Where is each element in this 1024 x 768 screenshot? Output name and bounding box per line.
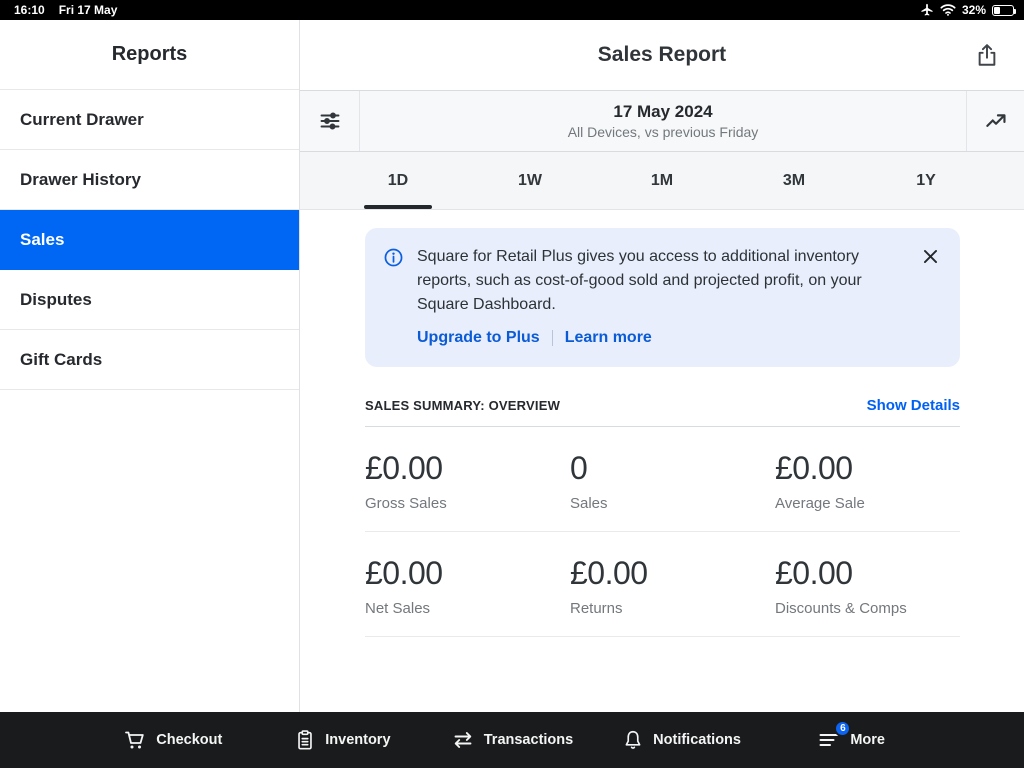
tab-1w[interactable]: 1W [464, 152, 596, 209]
wifi-icon [940, 4, 956, 16]
clock: 16:10 [14, 3, 45, 17]
stat-label: Gross Sales [365, 495, 570, 512]
battery-icon [992, 5, 1014, 16]
app-screen: 16:10 Fri 17 May 32% Reports Current Dra… [0, 0, 1024, 768]
retail-plus-banner: Square for Retail Plus gives you access … [365, 228, 960, 367]
tab-1m[interactable]: 1M [596, 152, 728, 209]
transfer-arrows-icon [451, 728, 475, 752]
stat-label: Sales [570, 495, 775, 512]
chart-toggle-button[interactable] [966, 91, 1024, 151]
stat-value: 0 [570, 450, 775, 487]
sidebar-item-sales[interactable]: Sales [0, 210, 299, 270]
selected-date: 17 May 2024 [613, 102, 712, 122]
nav-more[interactable]: 6 More [766, 728, 936, 752]
stat-label: Average Sale [775, 495, 960, 512]
bell-icon [622, 729, 644, 751]
more-lines-icon: 6 [817, 728, 841, 752]
show-details-link[interactable]: Show Details [867, 397, 960, 414]
trend-up-icon [983, 108, 1009, 134]
stat-value: £0.00 [775, 555, 960, 592]
banner-message: Square for Retail Plus gives you access … [417, 245, 902, 317]
stat-label: Net Sales [365, 600, 570, 617]
stat-value: £0.00 [570, 555, 775, 592]
tab-1y[interactable]: 1Y [860, 152, 992, 209]
stat-value: £0.00 [365, 555, 570, 592]
main-header: Sales Report [300, 20, 1024, 90]
sidebar-item-disputes[interactable]: Disputes [0, 270, 299, 330]
status-bar: 16:10 Fri 17 May 32% [0, 0, 1024, 20]
bottom-nav: Checkout Inventory Transactions [0, 712, 1024, 768]
sales-summary-section: SALES SUMMARY: OVERVIEW Show Details £0.… [365, 397, 960, 637]
date-range-selector[interactable]: 17 May 2024 All Devices, vs previous Fri… [360, 91, 966, 151]
nav-label: Inventory [325, 732, 390, 748]
link-separator [552, 330, 553, 346]
report-content: Square for Retail Plus gives you access … [300, 210, 1024, 712]
stats-row-1: £0.00 Gross Sales 0 Sales £0.00 Average … [365, 427, 960, 532]
stat-value: £0.00 [365, 450, 570, 487]
stat-label: Discounts & Comps [775, 600, 960, 617]
battery-percent: 32% [962, 3, 986, 17]
stat-discounts-comps: £0.00 Discounts & Comps [775, 555, 960, 617]
learn-more-link[interactable]: Learn more [565, 329, 652, 347]
summary-heading: SALES SUMMARY: OVERVIEW [365, 398, 560, 413]
nav-inventory[interactable]: Inventory [258, 729, 428, 751]
status-date: Fri 17 May [59, 3, 118, 17]
close-icon[interactable] [921, 245, 940, 267]
stat-value: £0.00 [775, 450, 960, 487]
nav-label: More [850, 732, 885, 748]
sidebar-item-gift-cards[interactable]: Gift Cards [0, 330, 299, 390]
info-icon [383, 247, 404, 347]
airplane-mode-icon [920, 3, 934, 17]
sidebar-title: Reports [0, 20, 299, 90]
nav-transactions[interactable]: Transactions [427, 728, 597, 752]
nav-label: Checkout [156, 732, 222, 748]
more-notification-badge: 6 [834, 720, 851, 737]
sidebar-item-current-drawer[interactable]: Current Drawer [0, 90, 299, 150]
page-title: Sales Report [598, 43, 726, 67]
nav-checkout[interactable]: Checkout [88, 728, 258, 752]
main-panel: Sales Report [300, 20, 1024, 712]
nav-label: Transactions [484, 732, 573, 748]
share-icon[interactable] [974, 42, 1000, 68]
sidebar-item-drawer-history[interactable]: Drawer History [0, 150, 299, 210]
sliders-icon [318, 109, 342, 133]
stat-returns: £0.00 Returns [570, 555, 775, 617]
stat-net-sales: £0.00 Net Sales [365, 555, 570, 617]
nav-notifications[interactable]: Notifications [597, 729, 767, 751]
reports-sidebar: Reports Current Drawer Drawer History Sa… [0, 20, 300, 712]
cart-icon [123, 728, 147, 752]
stat-average-sale: £0.00 Average Sale [775, 450, 960, 512]
upgrade-to-plus-link[interactable]: Upgrade to Plus [417, 329, 540, 347]
filter-button[interactable] [300, 91, 360, 151]
nav-label: Notifications [653, 732, 741, 748]
tab-1d[interactable]: 1D [332, 152, 464, 209]
stat-gross-sales: £0.00 Gross Sales [365, 450, 570, 512]
tab-3m[interactable]: 3M [728, 152, 860, 209]
date-filter-bar: 17 May 2024 All Devices, vs previous Fri… [300, 90, 1024, 152]
clipboard-icon [294, 729, 316, 751]
date-compare-subtitle: All Devices, vs previous Friday [568, 124, 759, 140]
period-tabs: 1D 1W 1M 3M 1Y [300, 152, 1024, 210]
stats-row-2: £0.00 Net Sales £0.00 Returns £0.00 Disc… [365, 532, 960, 637]
stat-label: Returns [570, 600, 775, 617]
stat-sales-count: 0 Sales [570, 450, 775, 512]
